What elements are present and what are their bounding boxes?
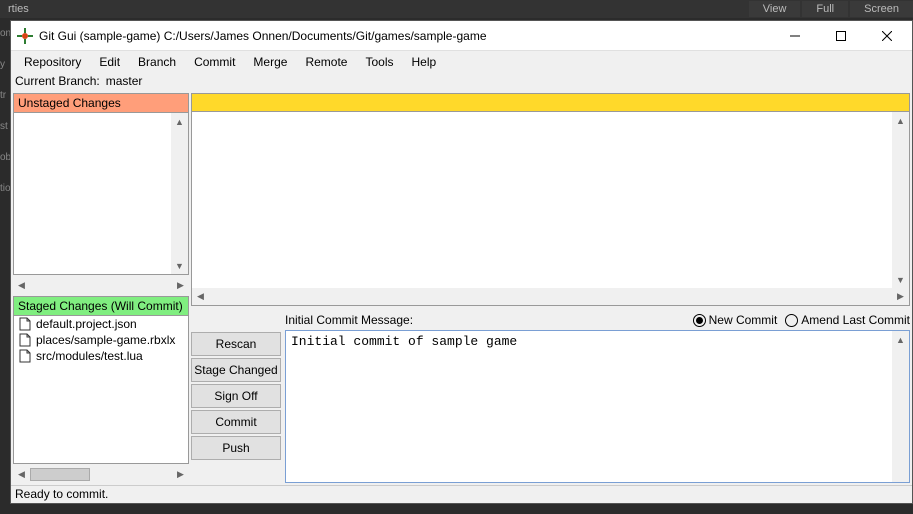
unstaged-file-list[interactable]: ▲ ▼: [14, 113, 188, 274]
branch-bar: Current Branch: master: [11, 73, 912, 91]
statusbar: Ready to commit.: [11, 485, 912, 503]
background-right-menus: View Full Screen: [749, 1, 913, 17]
scrollbar-horizontal[interactable]: ◀ ▶: [192, 288, 909, 305]
menu-commit[interactable]: Commit: [185, 52, 244, 72]
radio-icon: [785, 314, 798, 327]
commit-button[interactable]: Commit: [191, 410, 281, 434]
commit-message-label: Initial Commit Message:: [285, 313, 413, 327]
scrollbar-vertical[interactable]: ▲ ▼: [892, 112, 909, 288]
titlebar[interactable]: Git Gui (sample-game) C:/Users/James Onn…: [11, 21, 912, 51]
scroll-right-icon[interactable]: ▶: [172, 469, 189, 480]
window-title: Git Gui (sample-game) C:/Users/James Onn…: [39, 29, 487, 43]
staged-panel: Staged Changes (Will Commit) default.pro…: [13, 296, 189, 464]
staged-file[interactable]: places/sample-game.rbxlx: [14, 332, 188, 348]
maximize-button[interactable]: [818, 21, 864, 51]
radio-amend-last-commit[interactable]: Amend Last Commit: [785, 313, 910, 327]
scroll-left-icon[interactable]: ◀: [13, 280, 30, 291]
menu-tools[interactable]: Tools: [356, 52, 402, 72]
scroll-right-icon[interactable]: ▶: [172, 280, 189, 291]
commit-message-input[interactable]: [286, 331, 892, 482]
menu-edit[interactable]: Edit: [90, 52, 129, 72]
scroll-thumb[interactable]: [30, 468, 90, 481]
scroll-up-icon[interactable]: ▲: [892, 112, 909, 129]
branch-label: Current Branch:: [15, 74, 100, 90]
rescan-button[interactable]: Rescan: [191, 332, 281, 356]
scrollbar-vertical[interactable]: ▲: [892, 331, 909, 482]
file-icon: [18, 333, 32, 347]
diff-header: [191, 93, 910, 111]
scroll-right-icon[interactable]: ▶: [892, 288, 909, 305]
push-button[interactable]: Push: [191, 436, 281, 460]
staged-file-list[interactable]: default.project.json places/sample-game.…: [14, 316, 188, 463]
diff-view[interactable]: ▲ ▼ ◀ ▶: [191, 111, 910, 306]
sign-off-button[interactable]: Sign Off: [191, 384, 281, 408]
scroll-up-icon[interactable]: ▲: [892, 331, 909, 348]
unstaged-header: Unstaged Changes: [14, 94, 188, 113]
scroll-down-icon[interactable]: ▼: [892, 271, 909, 288]
branch-name: master: [106, 74, 143, 90]
git-gui-window: Git Gui (sample-game) C:/Users/James Onn…: [10, 20, 913, 504]
menu-branch[interactable]: Branch: [129, 52, 185, 72]
menu-remote[interactable]: Remote: [296, 52, 356, 72]
background-left-fragments: on y tr st ob tio: [0, 18, 10, 514]
staged-header: Staged Changes (Will Commit): [14, 297, 188, 316]
menubar: Repository Edit Branch Commit Merge Remo…: [11, 51, 912, 73]
staged-hscroll[interactable]: ◀ ▶: [13, 466, 189, 483]
menu-repository[interactable]: Repository: [15, 52, 90, 72]
status-text: Ready to commit.: [15, 487, 108, 501]
stage-changed-button[interactable]: Stage Changed: [191, 358, 281, 382]
unstaged-hscroll[interactable]: ◀ ▶: [13, 277, 189, 294]
file-icon: [18, 317, 32, 331]
scrollbar-vertical[interactable]: ▲ ▼: [171, 113, 188, 274]
scroll-left-icon[interactable]: ◀: [192, 288, 209, 305]
file-icon: [18, 349, 32, 363]
background-window-tabs: rties View Full Screen: [0, 0, 913, 18]
staged-file[interactable]: src/modules/test.lua: [14, 348, 188, 364]
unstaged-panel: Unstaged Changes ▲ ▼: [13, 93, 189, 275]
scroll-left-icon[interactable]: ◀: [13, 469, 30, 480]
staged-file[interactable]: default.project.json: [14, 316, 188, 332]
minimize-button[interactable]: [772, 21, 818, 51]
close-button[interactable]: [864, 21, 910, 51]
git-gui-icon: [17, 28, 33, 44]
radio-new-commit[interactable]: New Commit: [693, 313, 778, 327]
menu-merge[interactable]: Merge: [244, 52, 296, 72]
menu-help[interactable]: Help: [402, 52, 445, 72]
scroll-up-icon[interactable]: ▲: [171, 113, 188, 130]
scroll-down-icon[interactable]: ▼: [171, 257, 188, 274]
radio-icon: [693, 314, 706, 327]
